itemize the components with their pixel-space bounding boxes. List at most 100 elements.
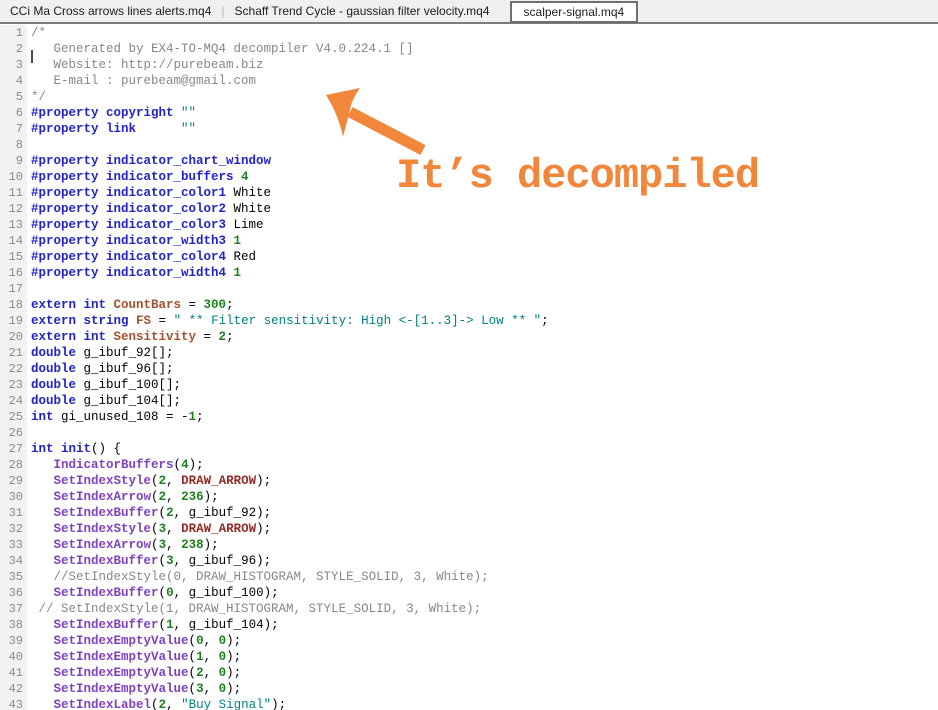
- code-line[interactable]: 14 #property indicator_width3 1: [0, 233, 938, 249]
- code-line[interactable]: 8: [0, 137, 938, 153]
- code-line[interactable]: 36 SetIndexBuffer(0, g_ibuf_100);: [0, 585, 938, 601]
- code-line[interactable]: 37 // SetIndexStyle(1, DRAW_HISTOGRAM, S…: [0, 601, 938, 617]
- code-line[interactable]: 3 Website: http://purebeam.biz: [0, 57, 938, 73]
- line-number: 39: [0, 633, 27, 649]
- code-line[interactable]: 23 double g_ibuf_100[];: [0, 377, 938, 393]
- annotation-text: It’s decompiled: [396, 152, 760, 200]
- code-line-text: */: [31, 90, 47, 104]
- text-caret: [31, 50, 33, 63]
- code-line-text: // SetIndexStyle(1, DRAW_HISTOGRAM, STYL…: [38, 602, 482, 616]
- code-line-text: /*: [31, 26, 47, 40]
- code-line-text: int gi_unused_108 = -1;: [31, 410, 204, 424]
- line-number: 24: [0, 393, 27, 409]
- line-number: 4: [0, 73, 27, 89]
- code-line[interactable]: 40 SetIndexEmptyValue(1, 0);: [0, 649, 938, 665]
- code-line[interactable]: 22 double g_ibuf_96[];: [0, 361, 938, 377]
- code-line[interactable]: 28 IndicatorBuffers(4);: [0, 457, 938, 473]
- line-number: 17: [0, 281, 27, 297]
- code-line-text: SetIndexBuffer(1, g_ibuf_104);: [53, 618, 279, 632]
- line-number: 1: [0, 25, 27, 41]
- code-line-text: #property indicator_width3 1: [31, 234, 242, 248]
- code-line[interactable]: 2 Generated by EX4-TO-MQ4 decompiler V4.…: [0, 41, 938, 57]
- code-line-text: #property copyright "": [31, 106, 197, 120]
- code-line[interactable]: 13 #property indicator_color3 Lime: [0, 217, 938, 233]
- code-line-text: SetIndexBuffer(0, g_ibuf_100);: [53, 586, 279, 600]
- code-line-text: #property indicator_width4 1: [31, 266, 242, 280]
- code-line[interactable]: 16 #property indicator_width4 1: [0, 265, 938, 281]
- line-number: 42: [0, 681, 27, 697]
- line-number: 26: [0, 425, 27, 441]
- line-number: 33: [0, 537, 27, 553]
- code-line-text: extern string FS = " ** Filter sensitivi…: [31, 314, 549, 328]
- code-line-text: E-mail : purebeam@gmail.com: [31, 74, 257, 88]
- code-line-text: SetIndexLabel(2, "Buy Signal");: [53, 698, 287, 710]
- tab-bar: CCi Ma Cross arrows lines alerts.mq4 | S…: [0, 0, 938, 24]
- code-line[interactable]: 31 SetIndexBuffer(2, g_ibuf_92);: [0, 505, 938, 521]
- code-line-text: SetIndexStyle(3, DRAW_ARROW);: [53, 522, 272, 536]
- code-line[interactable]: 34 SetIndexBuffer(3, g_ibuf_96);: [0, 553, 938, 569]
- code-line[interactable]: 35 //SetIndexStyle(0, DRAW_HISTOGRAM, ST…: [0, 569, 938, 585]
- code-line[interactable]: 7 #property link "": [0, 121, 938, 137]
- code-line[interactable]: 27 int init() {: [0, 441, 938, 457]
- code-line-text: #property indicator_color3 Lime: [31, 218, 264, 232]
- code-line-text: IndicatorBuffers(4);: [53, 458, 204, 472]
- tab-scalper-signal-active[interactable]: scalper-signal.mq4: [509, 1, 639, 23]
- line-number: 20: [0, 329, 27, 345]
- code-line[interactable]: 5 */: [0, 89, 938, 105]
- code-line-text: double g_ibuf_96[];: [31, 362, 174, 376]
- code-line-text: #property indicator_color4 Red: [31, 250, 257, 264]
- code-line[interactable]: 29 SetIndexStyle(2, DRAW_ARROW);: [0, 473, 938, 489]
- code-line[interactable]: 17: [0, 281, 938, 297]
- code-line-text: SetIndexEmptyValue(0, 0);: [53, 634, 242, 648]
- code-line-text: SetIndexEmptyValue(2, 0);: [53, 666, 242, 680]
- code-editor[interactable]: 1 /* 2 Generated by EX4-TO-MQ4 decompiler …: [0, 24, 938, 710]
- tab-schaff-trend-cycle[interactable]: Schaff Trend Cycle - gaussian filter vel…: [229, 0, 496, 22]
- line-number: 7: [0, 121, 27, 137]
- code-line-text: SetIndexEmptyValue(1, 0);: [53, 650, 242, 664]
- line-number: 28: [0, 457, 27, 473]
- code-line[interactable]: 38 SetIndexBuffer(1, g_ibuf_104);: [0, 617, 938, 633]
- code-line[interactable]: 4 E-mail : purebeam@gmail.com: [0, 73, 938, 89]
- code-line[interactable]: 41 SetIndexEmptyValue(2, 0);: [0, 665, 938, 681]
- code-line[interactable]: 39 SetIndexEmptyValue(0, 0);: [0, 633, 938, 649]
- line-number: 35: [0, 569, 27, 585]
- code-line[interactable]: 32 SetIndexStyle(3, DRAW_ARROW);: [0, 521, 938, 537]
- code-line-text: double g_ibuf_92[];: [31, 346, 174, 360]
- code-line-text: #property indicator_chart_window: [31, 154, 272, 168]
- line-number: 16: [0, 265, 27, 281]
- code-line[interactable]: 26: [0, 425, 938, 441]
- line-number: 40: [0, 649, 27, 665]
- code-line[interactable]: 30 SetIndexArrow(2, 236);: [0, 489, 938, 505]
- code-line[interactable]: 43 SetIndexLabel(2, "Buy Signal");: [0, 697, 938, 710]
- code-line-text: SetIndexEmptyValue(3, 0);: [53, 682, 242, 696]
- line-number: 43: [0, 697, 27, 710]
- code-line-text: double g_ibuf_104[];: [31, 394, 182, 408]
- code-line[interactable]: 1 /*: [0, 25, 938, 41]
- code-line[interactable]: 15 #property indicator_color4 Red: [0, 249, 938, 265]
- code-line[interactable]: 6 #property copyright "": [0, 105, 938, 121]
- code-line-text: #property indicator_color2 White: [31, 202, 272, 216]
- line-number: 38: [0, 617, 27, 633]
- line-number: 25: [0, 409, 27, 425]
- code-line[interactable]: 21 double g_ibuf_92[];: [0, 345, 938, 361]
- code-line[interactable]: 19 extern string FS = " ** Filter sensiti…: [0, 313, 938, 329]
- code-line-text: extern int CountBars = 300;: [31, 298, 234, 312]
- code-line[interactable]: 33 SetIndexArrow(3, 238);: [0, 537, 938, 553]
- code-line[interactable]: 42 SetIndexEmptyValue(3, 0);: [0, 681, 938, 697]
- code-line[interactable]: 18 extern int CountBars = 300;: [0, 297, 938, 313]
- line-number: 9: [0, 153, 27, 169]
- code-line-text: SetIndexArrow(3, 238);: [53, 538, 219, 552]
- line-number: 31: [0, 505, 27, 521]
- tab-separator: |: [221, 4, 225, 18]
- code-line[interactable]: 24 double g_ibuf_104[];: [0, 393, 938, 409]
- line-number: 34: [0, 553, 27, 569]
- tab-cci-ma-cross[interactable]: CCi Ma Cross arrows lines alerts.mq4: [4, 0, 217, 22]
- code-line[interactable]: 25 int gi_unused_108 = -1;: [0, 409, 938, 425]
- code-line[interactable]: 12 #property indicator_color2 White: [0, 201, 938, 217]
- code-line[interactable]: 20 extern int Sensitivity = 2;: [0, 329, 938, 345]
- code-line-text: int init() {: [31, 442, 122, 456]
- code-line-text: double g_ibuf_100[];: [31, 378, 182, 392]
- line-number: 14: [0, 233, 27, 249]
- line-number: 11: [0, 185, 27, 201]
